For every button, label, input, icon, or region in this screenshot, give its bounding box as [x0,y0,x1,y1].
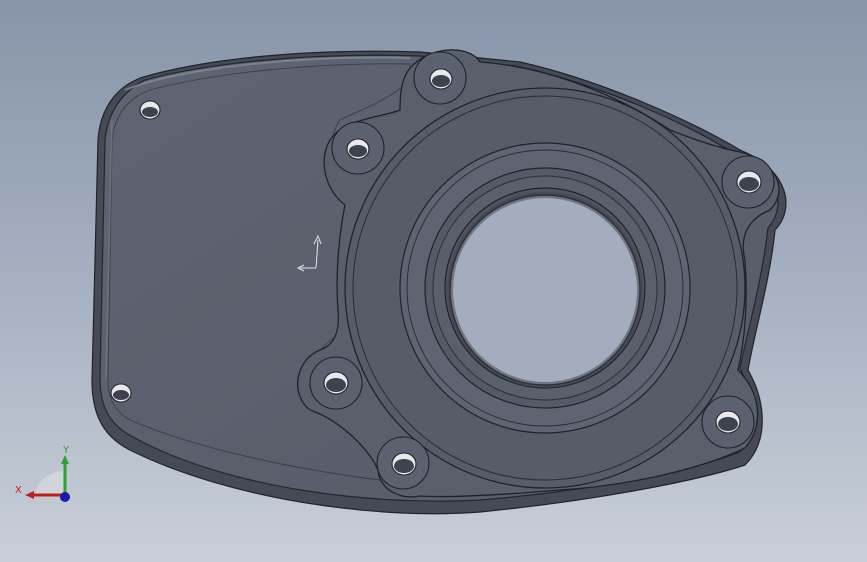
triad-y-label: Y [62,445,70,456]
part-model[interactable] [0,0,867,562]
triad-x-label: X [15,485,22,496]
triad-plane-indicator [35,470,65,495]
graphics-viewport[interactable]: X Y [0,0,867,562]
view-triad: X Y [15,445,70,502]
triad-z-axis [60,492,70,502]
